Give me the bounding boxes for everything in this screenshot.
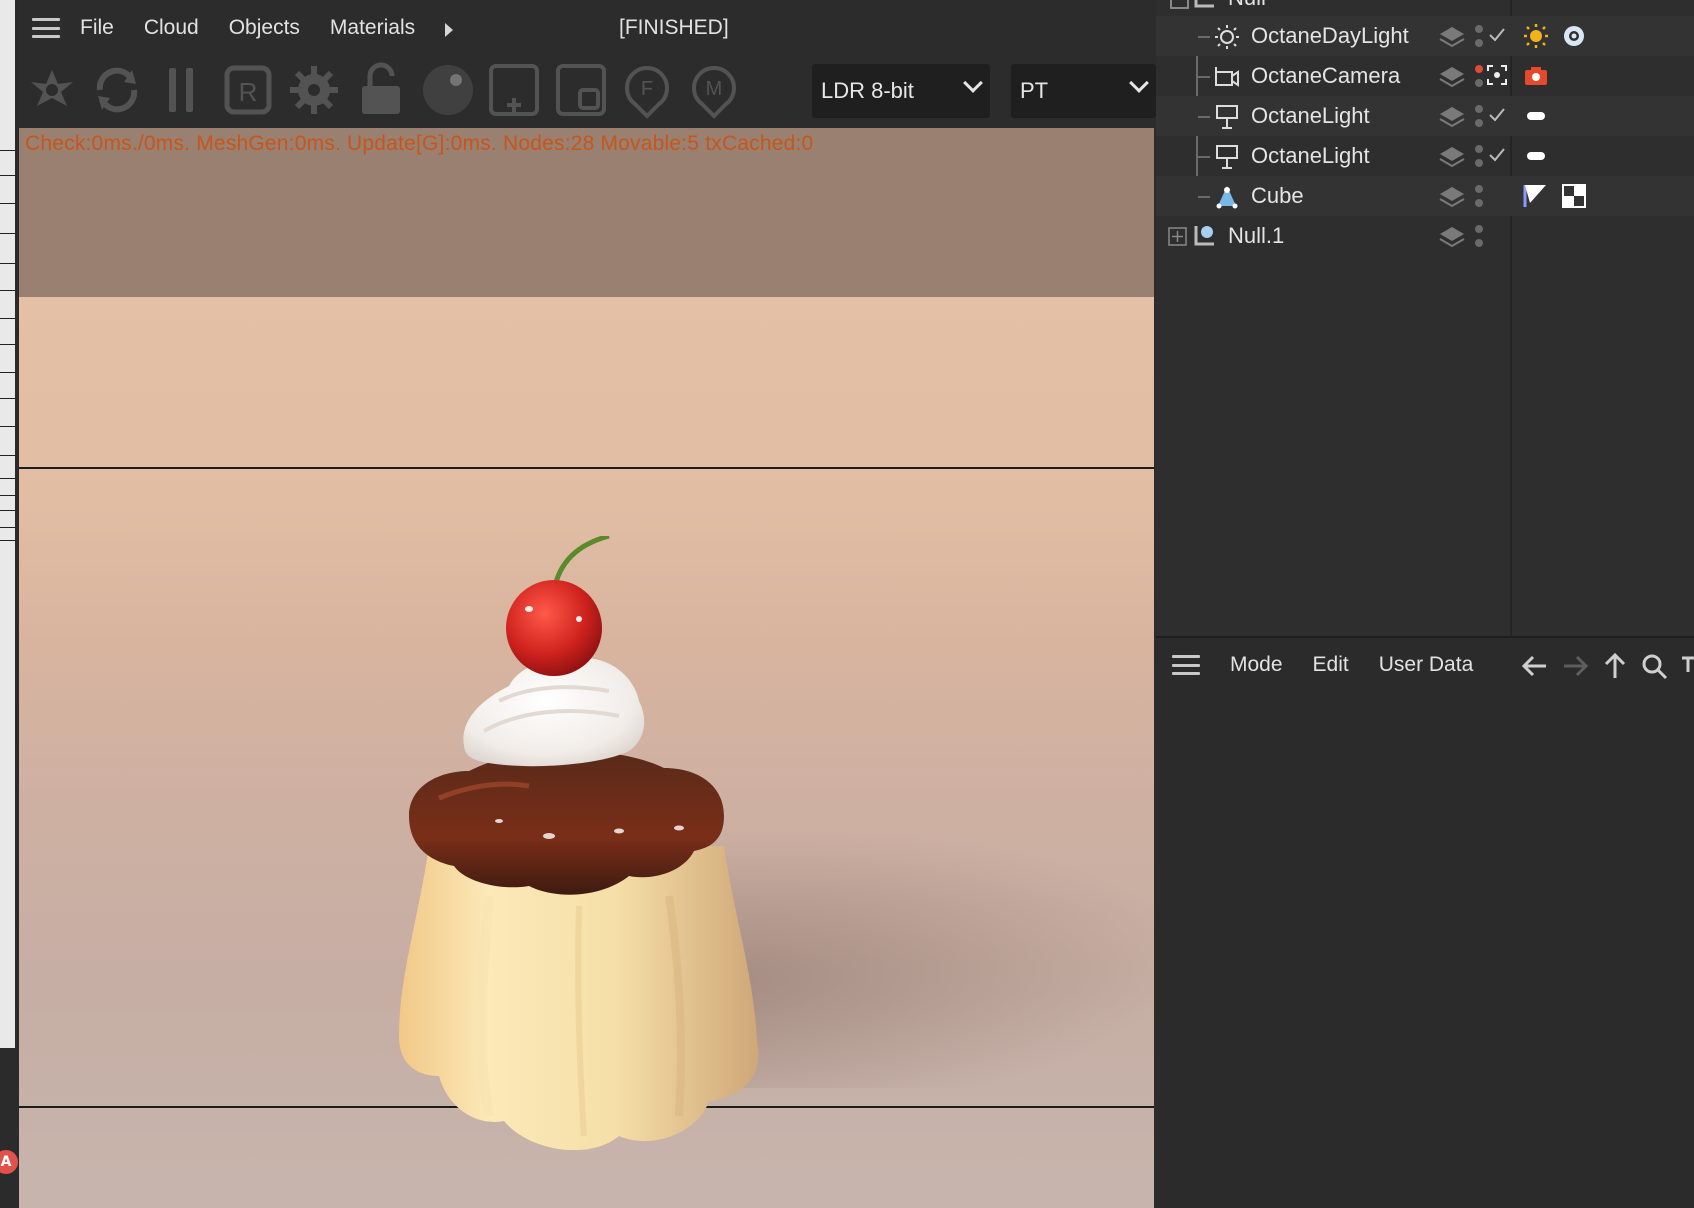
lock-icon[interactable] <box>352 60 410 120</box>
layer-icon[interactable] <box>1439 225 1465 249</box>
restart-icon[interactable] <box>88 60 146 120</box>
object-row-octanedaylight[interactable]: OctaneDayLight <box>1156 16 1694 56</box>
attribute-manager: Mode Edit User Data <box>1156 636 1694 1208</box>
object-name: Cube <box>1251 183 1304 208</box>
render-region-border-top <box>19 467 1154 469</box>
object-name: OctaneCamera <box>1251 63 1401 88</box>
flan-render-image <box>399 536 759 1151</box>
menu-objects[interactable]: Objects <box>229 16 300 40</box>
kernel-value: PT <box>1020 78 1049 103</box>
left-panel-footer <box>0 1048 19 1208</box>
add-region-icon[interactable] <box>485 60 543 120</box>
render-viewport[interactable]: Check:0ms./0ms. MeshGen:0ms. Update[G]:0… <box>19 128 1154 1208</box>
color-depth-select[interactable]: LDR 8-bit <box>812 64 990 118</box>
object-row-null-1[interactable]: Null.1 <box>1156 216 1694 256</box>
light-tag-icon[interactable] <box>1522 143 1550 169</box>
up-arrow-icon[interactable] <box>1600 652 1630 680</box>
pause-icon[interactable] <box>153 60 211 120</box>
object-name: OctaneLight <box>1251 143 1370 168</box>
daylight-icon <box>1215 25 1239 49</box>
tree-expand-icon[interactable] <box>1168 227 1188 247</box>
area-light-icon <box>1216 145 1238 169</box>
send-scene-icon[interactable] <box>23 60 81 120</box>
settings-gear-icon[interactable] <box>285 60 343 120</box>
object-row-octanecamera[interactable]: OctaneCamera <box>1156 56 1694 96</box>
color-depth-value: LDR 8-bit <box>821 78 914 103</box>
kernel-select[interactable]: PT <box>1011 64 1156 118</box>
object-name: OctaneLight <box>1251 103 1370 128</box>
tree-collapse-icon[interactable] <box>1170 0 1190 10</box>
menu-user-data[interactable]: User Data <box>1379 653 1474 677</box>
film-region-icon[interactable] <box>552 60 610 120</box>
visibility-dots[interactable] <box>1474 142 1484 170</box>
menu-cloud[interactable]: Cloud <box>144 16 199 40</box>
object-name: OctaneDayLight <box>1251 23 1409 48</box>
layer-icon[interactable] <box>1439 65 1465 89</box>
back-arrow-icon[interactable] <box>1520 652 1550 680</box>
layer-icon[interactable] <box>1439 25 1465 49</box>
object-name: Null <box>1228 0 1266 11</box>
camera-tag-icon[interactable] <box>1522 63 1550 89</box>
menu-edit[interactable]: Edit <box>1313 653 1349 677</box>
material-ball-icon[interactable] <box>419 60 477 120</box>
enabled-check-icon[interactable] <box>1488 146 1506 164</box>
layer-icon[interactable] <box>1439 105 1465 129</box>
svg-text:R: R <box>239 77 258 107</box>
null-icon <box>1194 226 1214 246</box>
visibility-dots[interactable] <box>1474 22 1484 50</box>
layer-icon[interactable] <box>1439 185 1465 209</box>
material-tag-icon[interactable] <box>1560 183 1588 209</box>
forward-arrow-icon[interactable] <box>1560 652 1590 680</box>
cube-icon <box>1216 186 1238 209</box>
left-panel-content <box>0 0 15 1048</box>
viewer-menu-bar: File Cloud Objects Materials [FINISHED] <box>19 0 1156 56</box>
enabled-check-icon[interactable] <box>1488 26 1506 44</box>
hamburger-menu-icon[interactable] <box>1172 655 1200 675</box>
chevron-down-icon <box>963 73 983 93</box>
layer-icon[interactable] <box>1439 145 1465 169</box>
light-tag-icon[interactable] <box>1522 103 1550 129</box>
enabled-check-icon[interactable] <box>1488 106 1506 124</box>
settings-tag-icon[interactable] <box>1560 23 1588 49</box>
svg-text:M: M <box>706 78 723 100</box>
object-row-octanelight[interactable]: OctaneLight <box>1156 136 1694 176</box>
visibility-dots[interactable] <box>1474 182 1484 210</box>
left-panel-strip: A <box>0 0 19 1208</box>
material-pick-icon[interactable]: M <box>685 60 743 120</box>
menu-materials[interactable]: Materials <box>330 16 415 40</box>
null-icon <box>1194 0 1214 8</box>
visibility-dots[interactable] <box>1474 62 1484 90</box>
chevron-down-icon <box>1129 73 1149 93</box>
app-window: A File Cloud Objects Materials [FINISHED… <box>0 0 1694 1208</box>
object-manager: Null OctaneDayLight OctaneCamera <box>1156 0 1694 636</box>
visibility-dots[interactable] <box>1474 222 1484 250</box>
camera-icon <box>1215 67 1239 87</box>
octane-live-viewer: File Cloud Objects Materials [FINISHED] … <box>19 0 1156 1208</box>
menu-file[interactable]: File <box>80 16 114 40</box>
svg-text:F: F <box>641 78 653 100</box>
region-render-icon[interactable]: R <box>219 60 277 120</box>
object-row-octanelight[interactable]: OctaneLight <box>1156 96 1694 136</box>
render-status: [FINISHED] <box>619 16 729 39</box>
menu-overflow-arrow-icon[interactable] <box>445 23 454 37</box>
search-icon[interactable] <box>1640 652 1670 680</box>
hamburger-menu-icon[interactable] <box>32 18 60 38</box>
visibility-dots[interactable] <box>1474 102 1484 130</box>
area-light-icon <box>1216 105 1238 129</box>
menu-mode[interactable]: Mode <box>1230 653 1283 677</box>
uv-tag-icon[interactable] <box>1522 183 1550 209</box>
focus-pick-icon[interactable]: F <box>618 60 676 120</box>
render-stats-text: Check:0ms./0ms. MeshGen:0ms. Update[G]:0… <box>25 132 814 155</box>
object-row-cube[interactable]: Cube <box>1156 176 1694 216</box>
object-name: Null.1 <box>1228 223 1285 248</box>
sun-tag-icon[interactable] <box>1522 23 1550 49</box>
filter-icon[interactable] <box>1678 652 1694 680</box>
camera-target-icon[interactable] <box>1486 64 1508 86</box>
